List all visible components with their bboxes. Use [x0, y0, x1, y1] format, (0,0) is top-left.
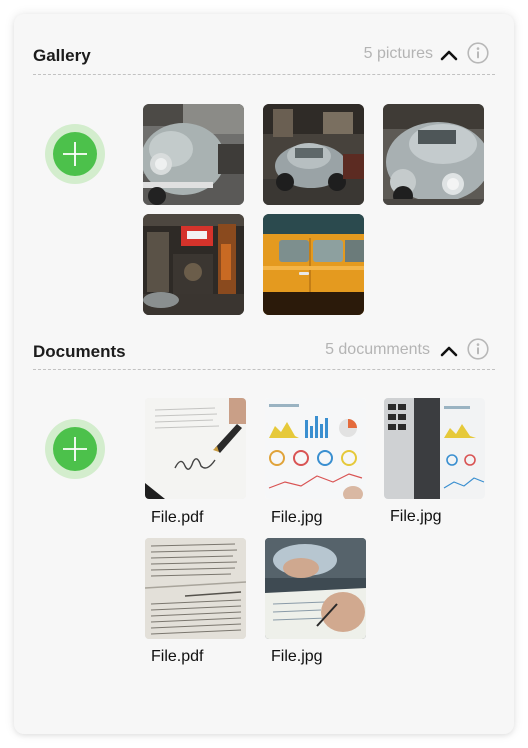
- info-icon[interactable]: [467, 338, 489, 360]
- documents-count: 5 documments: [325, 341, 430, 358]
- add-picture-button[interactable]: [45, 124, 105, 184]
- info-icon[interactable]: [467, 42, 489, 64]
- documents-divider: [33, 369, 495, 370]
- gallery-photo[interactable]: [143, 214, 244, 315]
- file-name: File.jpg: [390, 508, 442, 525]
- document-thumbnail[interactable]: [265, 398, 366, 499]
- gallery-photo[interactable]: [263, 104, 364, 205]
- gallery-title: Gallery: [33, 46, 91, 65]
- document-thumbnail[interactable]: [265, 538, 366, 639]
- file-name: File.pdf: [151, 648, 204, 665]
- gallery-count: 5 pictures: [363, 45, 433, 62]
- document-thumbnail[interactable]: [145, 398, 246, 499]
- file-name: File.jpg: [271, 509, 323, 526]
- gallery-photo[interactable]: [263, 214, 364, 315]
- chevron-up-icon[interactable]: [440, 49, 458, 61]
- plus-icon: [63, 142, 87, 166]
- file-name: File.pdf: [151, 509, 204, 526]
- document-thumbnail[interactable]: [384, 398, 485, 499]
- plus-icon: [63, 437, 87, 461]
- file-name: File.jpg: [271, 648, 323, 665]
- documents-title: Documents: [33, 342, 126, 361]
- add-document-button[interactable]: [45, 419, 105, 479]
- chevron-up-icon[interactable]: [440, 345, 458, 357]
- gallery-photo[interactable]: [383, 104, 484, 205]
- gallery-photo[interactable]: [143, 104, 244, 205]
- document-thumbnail[interactable]: [145, 538, 246, 639]
- gallery-divider: [33, 74, 495, 75]
